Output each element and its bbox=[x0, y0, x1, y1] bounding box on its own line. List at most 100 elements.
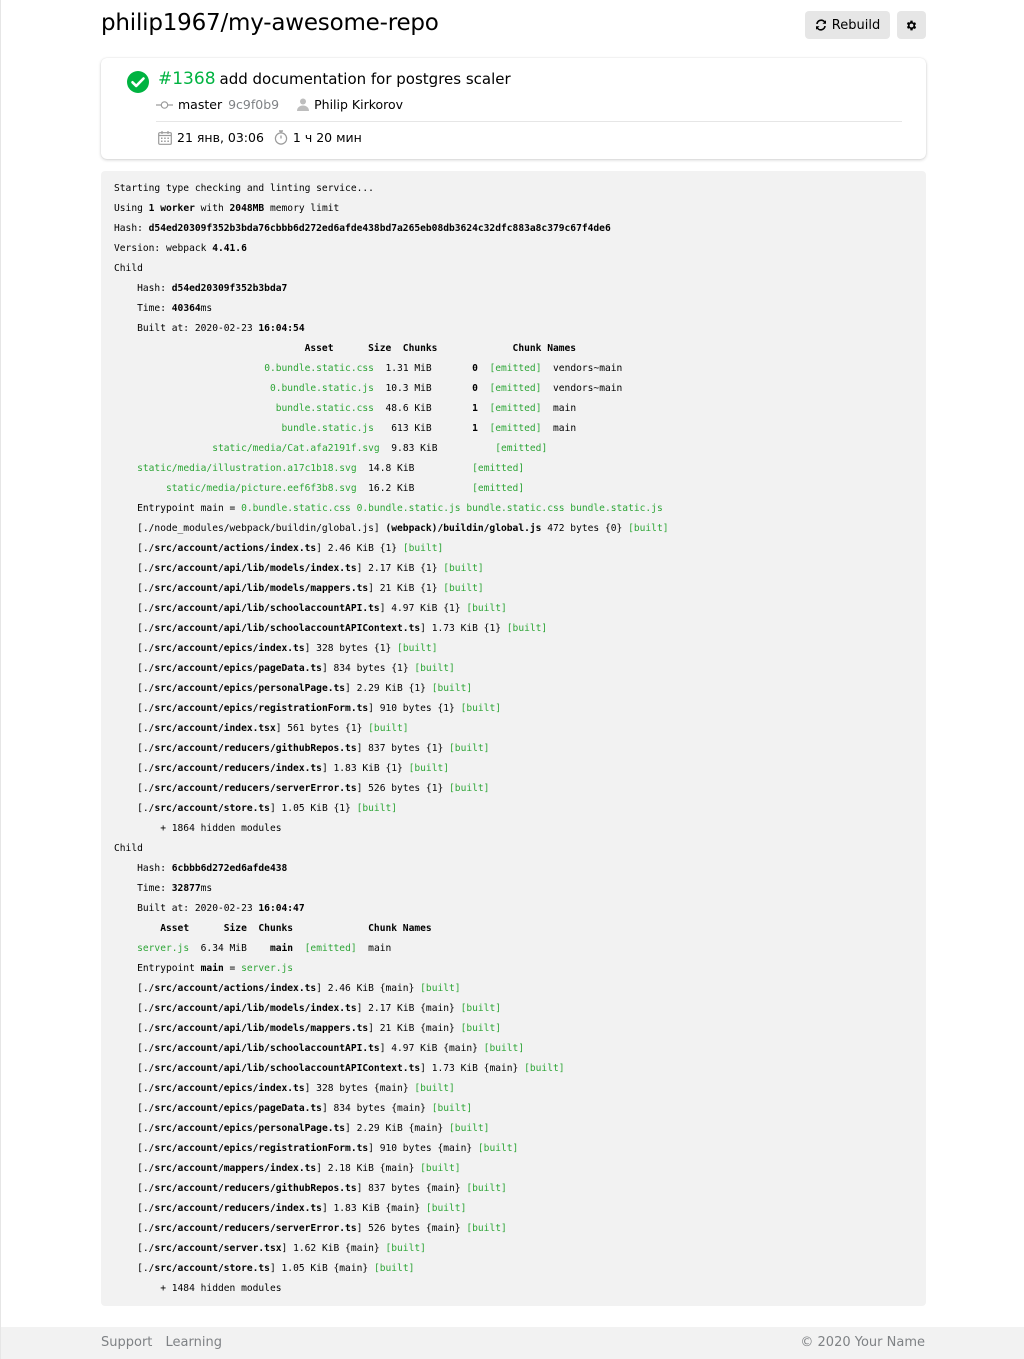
log-segment: 4.41.6 bbox=[212, 243, 247, 254]
log-segment: src/account/mappers/index.ts bbox=[154, 1163, 317, 1174]
log-segment bbox=[478, 383, 490, 394]
footer-link-learning[interactable]: Learning bbox=[166, 1335, 222, 1350]
log-segment: [./ bbox=[114, 1003, 155, 1014]
refresh-icon bbox=[815, 19, 827, 31]
log-segment bbox=[293, 943, 305, 954]
log-segment: [built] bbox=[460, 1003, 502, 1014]
log-segment: [./ bbox=[114, 1263, 155, 1274]
log-segment: [./ bbox=[114, 1203, 155, 1214]
log-segment: src/account/reducers/serverError.ts bbox=[154, 1223, 357, 1234]
log-segment: Child bbox=[114, 843, 143, 854]
log-segment: [built] bbox=[408, 763, 450, 774]
log-segment: ] 2.17 KiB {main} bbox=[356, 1003, 461, 1014]
log-segment: server.js bbox=[137, 943, 190, 954]
log-segment: src/account/api/lib/models/index.ts bbox=[154, 1003, 357, 1014]
log-segment: Asset Size Chunks Chunk Names bbox=[304, 343, 577, 354]
log-segment: [built] bbox=[466, 603, 507, 614]
log-segment: [./ bbox=[114, 703, 155, 714]
footer-link-support[interactable]: Support bbox=[101, 1335, 152, 1350]
log-segment: ] 561 bytes {1} bbox=[275, 723, 369, 734]
log-segment: Time: bbox=[114, 883, 172, 894]
log-segment: src/account/api/lib/models/mappers.ts bbox=[154, 1023, 369, 1034]
log-line: Time: 40364ms bbox=[114, 300, 926, 320]
log-segment: ] 2.46 KiB {main} bbox=[316, 983, 421, 994]
log-line: [./src/account/store.ts] 1.05 KiB {1} [b… bbox=[114, 800, 926, 820]
log-line: [./src/account/epics/pageData.ts] 834 by… bbox=[114, 1100, 926, 1120]
log-segment: [built] bbox=[356, 803, 398, 814]
log-segment: ] 2.29 KiB {main} bbox=[345, 1123, 450, 1134]
log-line: Time: 32877ms bbox=[114, 880, 926, 900]
log-segment: (webpack)/buildin/global.js bbox=[385, 523, 542, 534]
log-line: Hash: d54ed20309f352b3bda76cbbb6d272ed6a… bbox=[114, 220, 926, 240]
log-segment: [built] bbox=[425, 1203, 467, 1214]
rebuild-button[interactable]: Rebuild bbox=[805, 11, 890, 39]
log-segment: [./ bbox=[114, 1043, 155, 1054]
log-segment: ] 1.05 KiB {1} bbox=[269, 803, 357, 814]
log-segment: [built] bbox=[506, 623, 548, 634]
log-segment: ] 910 bytes {1} bbox=[368, 703, 461, 714]
log-segment: [built] bbox=[449, 1123, 490, 1134]
log-segment: [./ bbox=[114, 783, 155, 794]
log-line: [./src/account/mappers/index.ts] 2.18 Ki… bbox=[114, 1160, 926, 1180]
log-segment: ] 834 bytes {main} bbox=[321, 1103, 432, 1114]
log-segment: Hash: bbox=[114, 223, 149, 234]
log-segment: src/account/reducers/index.ts bbox=[154, 763, 322, 774]
settings-button[interactable] bbox=[897, 11, 926, 39]
log-line: [./src/account/actions/index.ts] 2.46 Ki… bbox=[114, 980, 926, 1000]
log-segment: [emitted] bbox=[489, 363, 542, 374]
log-segment: Entrypoint bbox=[114, 963, 201, 974]
log-line: [./src/account/actions/index.ts] 2.46 Ki… bbox=[114, 540, 926, 560]
log-line: static/media/picture.eef6f3b8.svg 16.2 K… bbox=[114, 480, 926, 500]
page-footer: Support Learning © 2020 Your Name bbox=[1, 1327, 1024, 1359]
log-segment: ] 328 bytes {main} bbox=[304, 1083, 415, 1094]
log-segment: 1.31 MiB bbox=[373, 363, 473, 374]
log-segment: [./ bbox=[114, 643, 155, 654]
log-segment: src/account/reducers/serverError.ts bbox=[154, 783, 357, 794]
log-line: [./src/account/reducers/index.ts] 1.83 K… bbox=[114, 760, 926, 780]
log-line: Using 1 worker with 2048MB memory limit bbox=[114, 200, 926, 220]
log-segment: src/account/epics/registrationForm.ts bbox=[154, 703, 369, 714]
log-segment: [./ bbox=[114, 1123, 155, 1134]
log-segment: [built] bbox=[483, 1043, 525, 1054]
log-segment: 0.bundle.static.js bbox=[269, 383, 374, 394]
log-segment: 48.6 KiB bbox=[373, 403, 473, 414]
log-segment: 6.34 MiB bbox=[189, 943, 270, 954]
log-segment: src/account/store.ts bbox=[154, 1263, 270, 1274]
log-segment: [built] bbox=[373, 1263, 415, 1274]
log-segment: [./ bbox=[114, 1143, 155, 1154]
log-segment: [./ bbox=[114, 1023, 155, 1034]
log-segment: bundle.static.js bbox=[281, 423, 374, 434]
build-time-meta: 21 янв, 03:06 1 ч 20 мин bbox=[158, 130, 362, 145]
log-segment bbox=[478, 403, 490, 414]
log-segment: ] 1.83 KiB {1} bbox=[321, 763, 409, 774]
log-line: [./src/account/reducers/serverError.ts] … bbox=[114, 780, 926, 800]
log-segment: [emitted] bbox=[472, 463, 525, 474]
footer-links: Support Learning bbox=[101, 1335, 231, 1350]
log-segment: ] 910 bytes {main} bbox=[368, 1143, 478, 1154]
build-card: #1368 add documentation for postgres scal… bbox=[101, 58, 926, 159]
log-line: Starting type checking and linting servi… bbox=[114, 180, 926, 200]
log-segment: src/account/api/lib/models/mappers.ts bbox=[154, 583, 369, 594]
log-segment bbox=[114, 423, 282, 434]
log-segment: [emitted] bbox=[472, 483, 525, 494]
log-line: Entrypoint main = server.js bbox=[114, 960, 926, 980]
log-segment: ] 834 bytes {1} bbox=[321, 663, 415, 674]
log-segment: ] 1.73 KiB {main} bbox=[420, 1063, 525, 1074]
log-segment: Hash: bbox=[114, 863, 172, 874]
log-segment: ] 1.83 KiB {main} bbox=[321, 1203, 426, 1214]
log-segment: [./ bbox=[114, 1243, 155, 1254]
log-segment: [built] bbox=[443, 583, 484, 594]
log-line: 0.bundle.static.js 10.3 MiB 0 [emitted] … bbox=[114, 380, 926, 400]
log-segment: [emitted] bbox=[489, 403, 542, 414]
log-segment: Asset Size Chunks Chunk Names bbox=[160, 923, 432, 934]
log-segment bbox=[114, 383, 270, 394]
build-log[interactable]: Starting type checking and linting servi… bbox=[101, 171, 926, 1306]
log-segment: ] 21 KiB {1} bbox=[368, 583, 444, 594]
log-segment: src/account/epics/personalPage.ts bbox=[154, 1123, 346, 1134]
log-segment: static/media/illustration.a17c1b18.svg bbox=[137, 463, 357, 474]
log-line: [./src/account/reducers/index.ts] 1.83 K… bbox=[114, 1200, 926, 1220]
log-segment: [emitted] bbox=[495, 443, 548, 454]
log-line: [./src/account/store.ts] 1.05 KiB {main}… bbox=[114, 1260, 926, 1280]
log-segment: with bbox=[194, 203, 230, 214]
log-segment bbox=[114, 943, 137, 954]
